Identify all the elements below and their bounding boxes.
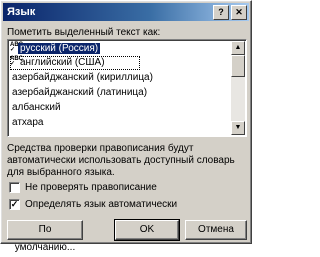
close-button[interactable]: ✕ xyxy=(231,5,247,20)
scroll-thumb[interactable] xyxy=(231,55,245,77)
list-item-russian[interactable]: ABC ✓ русский (Россия) xyxy=(10,42,230,56)
dialog-title: Язык xyxy=(7,6,36,18)
list-item-label: английский (США) xyxy=(20,57,105,68)
default-button[interactable]: По умолчанию... xyxy=(7,220,83,253)
cancel-button[interactable]: Отмена xyxy=(185,220,247,240)
list-item-amharic[interactable]: атхара xyxy=(10,116,230,130)
list-item-label: русский (Россия) xyxy=(18,43,101,54)
list-item-azerbaijani-cyrillic[interactable]: азербайджанский (кириллица) xyxy=(10,71,230,85)
auto-detect-checkbox[interactable]: ✓ xyxy=(9,199,20,210)
list-scrollbar[interactable]: ▲ ▼ xyxy=(231,41,245,135)
list-item-albanian[interactable]: албанский xyxy=(10,101,230,115)
language-list[interactable]: ABC ✓ русский (Россия) ABC ✓ английский (США… xyxy=(7,39,247,137)
auto-detect-label[interactable]: Определять язык автоматически xyxy=(25,199,177,210)
list-item-label: азербайджанский (кириллица) xyxy=(12,72,153,83)
no-spellcheck-checkbox[interactable] xyxy=(9,182,20,193)
spellcheck-description: Средства проверки правописания будут авт… xyxy=(7,143,235,178)
title-bar[interactable]: Язык ? ✕ xyxy=(3,3,249,21)
spellcheck-icon: ABC ✓ xyxy=(10,42,23,54)
list-item-label: албанский xyxy=(12,102,61,113)
list-item-label: азербайджанский (латиница) xyxy=(12,87,148,98)
spellcheck-icon: ABC ✓ xyxy=(10,56,23,68)
help-button[interactable]: ? xyxy=(213,5,229,20)
list-item-label: атхара xyxy=(12,117,44,128)
scroll-down-icon[interactable]: ▼ xyxy=(231,121,245,135)
scroll-up-icon[interactable]: ▲ xyxy=(231,41,245,55)
ok-button[interactable]: OK xyxy=(114,219,180,241)
mark-text-label: Пометить выделенный текст как: xyxy=(7,27,161,38)
no-spellcheck-label[interactable]: Не проверять правописание xyxy=(25,182,157,193)
list-item-azerbaijani-latin[interactable]: азербайджанский (латиница) xyxy=(10,86,230,100)
language-dialog: Язык ? ✕ Пометить выделенный текст как: … xyxy=(0,0,252,253)
list-item-english-us[interactable]: ABC ✓ английский (США) xyxy=(10,56,140,70)
